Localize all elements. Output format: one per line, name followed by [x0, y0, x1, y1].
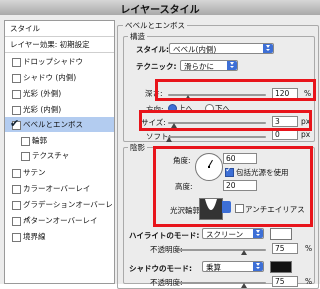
sidebar-item-pattern-overlay[interactable]: パターンオーバーレイ: [5, 213, 114, 228]
style-list-header[interactable]: スタイル: [5, 21, 114, 36]
checkbox[interactable]: [12, 58, 21, 67]
shadow-mode-label: シャドウのモード:: [129, 264, 192, 273]
highlight-box-depth: [155, 79, 316, 101]
highlight-mode-label: ハイライトのモード:: [129, 231, 200, 240]
technique-select[interactable]: 滑らかに: [180, 60, 238, 71]
checkbox[interactable]: [12, 90, 21, 99]
shadow-color-swatch[interactable]: [270, 261, 292, 273]
chevron-down-icon: [253, 262, 263, 271]
structure-title: 構造: [128, 31, 147, 42]
soften-unit: px: [301, 130, 311, 139]
highlight-mode-select[interactable]: スクリーン: [202, 228, 264, 239]
section-title: ベベルとエンボス: [123, 20, 187, 31]
sidebar-item-contour[interactable]: 輪郭: [5, 133, 114, 148]
checkbox[interactable]: [12, 169, 21, 178]
window-title: レイヤースタイル: [120, 5, 200, 16]
checkbox[interactable]: [12, 217, 21, 226]
technique-label: テクニック:: [136, 62, 177, 71]
settings-panel: ベベルとエンボス 構造 スタイル: ベベル(内側) テクニック: 滑らかに 深さ…: [115, 15, 320, 289]
checkbox[interactable]: [12, 185, 21, 194]
highlight-box-shading: [153, 146, 313, 227]
title-bar: レイヤースタイル: [0, 0, 320, 16]
percent-unit: %: [305, 277, 313, 286]
sidebar-item-inner-shadow[interactable]: シャドウ (内側): [5, 70, 114, 85]
blending-defaults[interactable]: レイヤー効果: 初期設定: [5, 37, 114, 52]
checkbox[interactable]: [12, 233, 21, 242]
checkbox[interactable]: [12, 106, 21, 115]
style-list: スタイル レイヤー効果: 初期設定 ドロップシャドウ シャドウ (内側) 光彩 …: [4, 20, 115, 284]
sidebar-item-gradient-overlay[interactable]: グラデーションオーバーレイ: [5, 197, 114, 224]
checkbox[interactable]: [21, 152, 30, 161]
highlight-opacity-thumb[interactable]: [241, 250, 247, 255]
sidebar-item-bevel-emboss[interactable]: ✔ ベベルとエンボス: [5, 117, 114, 132]
soften-slider-thumb[interactable]: [166, 137, 172, 142]
style-select[interactable]: ベベル(内側): [169, 43, 274, 54]
chevron-down-icon: [227, 61, 237, 70]
percent-unit: %: [305, 244, 313, 253]
shadow-mode-select[interactable]: 乗算: [202, 261, 264, 272]
checkbox[interactable]: [12, 201, 21, 210]
style-label: スタイル:: [136, 45, 169, 54]
checkbox[interactable]: [12, 74, 21, 83]
sidebar-item-stroke[interactable]: 境界線: [5, 229, 114, 244]
sidebar-item-inner-glow[interactable]: 光彩 (内側): [5, 102, 114, 117]
shading-title: 陰影: [128, 142, 147, 153]
sidebar-item-color-overlay[interactable]: カラーオーバーレイ: [5, 181, 114, 196]
highlight-color-swatch[interactable]: [270, 228, 292, 240]
sidebar-item-outer-glow[interactable]: 光彩 (外側): [5, 86, 114, 101]
sidebar-item-satin[interactable]: サテン: [5, 165, 114, 180]
highlight-opacity-input[interactable]: 75: [272, 243, 298, 254]
checkbox[interactable]: [21, 137, 30, 146]
highlight-box-size: [139, 110, 312, 131]
highlight-opacity-slider[interactable]: [178, 249, 266, 251]
soften-slider[interactable]: [168, 136, 266, 138]
sidebar-item-drop-shadow[interactable]: ドロップシャドウ: [5, 54, 114, 69]
sidebar-item-texture[interactable]: テクスチャ: [5, 148, 114, 163]
chevron-down-icon: [263, 44, 273, 53]
chevron-down-icon: [253, 229, 263, 238]
checkmark-icon: ✔: [10, 117, 20, 130]
shadow-opacity-input[interactable]: 75: [272, 276, 298, 287]
